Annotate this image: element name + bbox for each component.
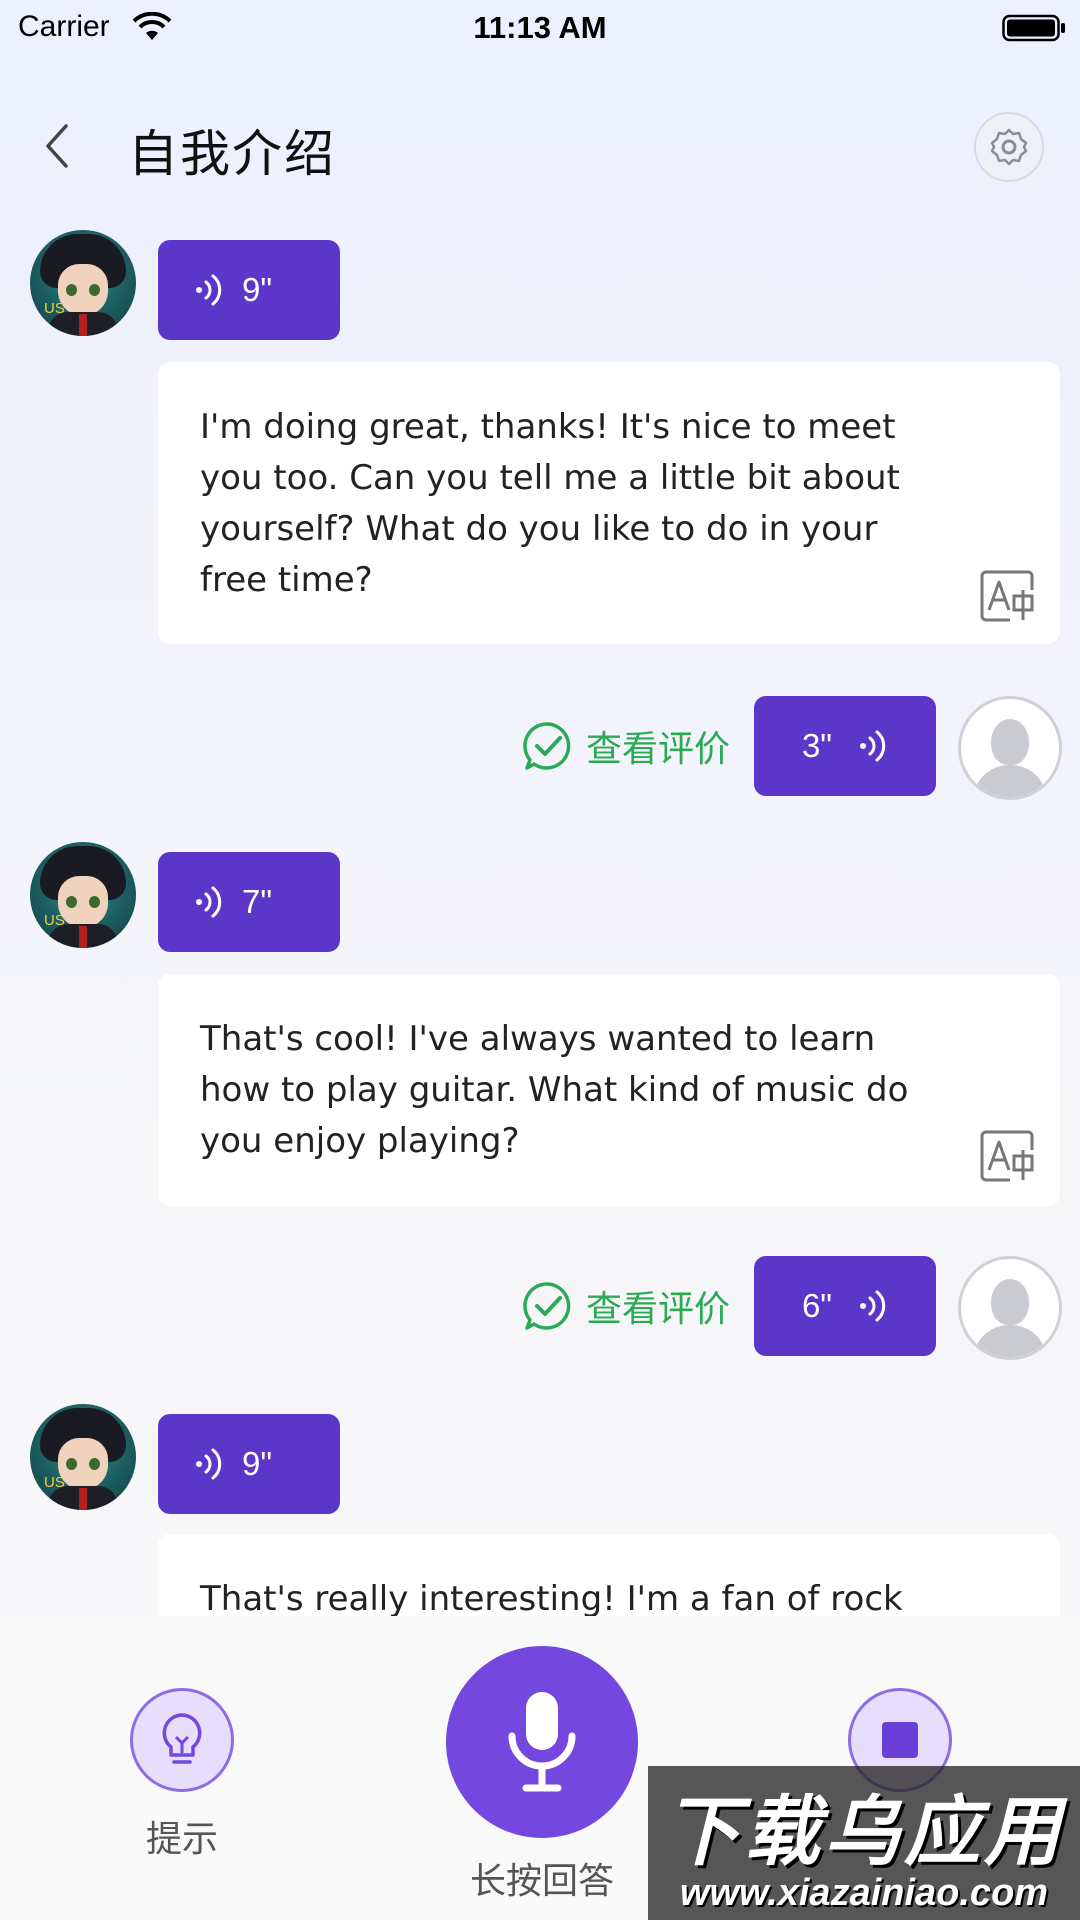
view-evaluation-label: 查看评价	[586, 1289, 731, 1330]
voice-message-button[interactable]: 9"	[158, 1414, 340, 1514]
voice-duration: 6"	[801, 1287, 833, 1324]
status-bar: Carrier 11:13 AM	[0, 0, 1080, 60]
sound-wave-icon	[860, 730, 886, 762]
view-evaluation-label: 查看评价	[586, 729, 731, 770]
hint-button[interactable]	[130, 1688, 234, 1792]
watermark: 下载乌应用 www.xiazainiao.com	[648, 1766, 1080, 1920]
sound-wave-icon	[196, 886, 222, 918]
avatar-badge: US	[44, 300, 65, 317]
page-title: 自我介绍	[128, 125, 336, 183]
message-text: I'm doing great, thanks! It's nice to me…	[200, 407, 900, 600]
gear-icon	[990, 128, 1028, 166]
avatar-badge: US	[44, 1474, 65, 1491]
translate-icon[interactable]	[980, 570, 1036, 622]
bot-avatar: US	[30, 1404, 136, 1510]
message-text: That's cool! I've always wanted to learn…	[200, 1019, 909, 1161]
back-button[interactable]	[38, 118, 78, 174]
check-bubble-icon	[523, 722, 571, 770]
bot-avatar: US	[30, 230, 136, 336]
record-button[interactable]	[446, 1646, 638, 1838]
settings-button[interactable]	[974, 112, 1044, 182]
microphone-icon	[508, 1692, 576, 1792]
voice-message-button[interactable]: 6"	[754, 1256, 936, 1356]
voice-duration: 3"	[801, 727, 833, 764]
voice-duration: 7"	[242, 883, 273, 920]
check-bubble-icon	[523, 1282, 571, 1330]
message-text: That's really interesting! I'm a fan of …	[200, 1579, 903, 1619]
stop-icon	[882, 1722, 918, 1758]
user-avatar	[958, 1256, 1062, 1360]
hint-label: 提示	[145, 1819, 218, 1860]
message-card: I'm doing great, thanks! It's nice to me…	[158, 362, 1060, 644]
user-avatar	[958, 696, 1062, 800]
view-evaluation-link[interactable]: 查看评价	[522, 1276, 730, 1336]
sound-wave-icon	[196, 1448, 222, 1480]
watermark-url: www.xiazainiao.com	[679, 1872, 1049, 1914]
voice-message-button[interactable]: 7"	[158, 852, 340, 952]
lightbulb-icon	[162, 1713, 202, 1764]
battery-icon	[1002, 14, 1065, 42]
record-label: 长按回答	[469, 1861, 614, 1902]
sound-wave-icon	[196, 274, 222, 306]
voice-message-button[interactable]: 3"	[754, 696, 936, 796]
status-time: 11:13 AM	[473, 10, 607, 45]
avatar-badge: US	[44, 912, 65, 929]
bot-avatar: US	[30, 842, 136, 948]
translate-icon[interactable]	[980, 1130, 1036, 1182]
voice-duration: 9"	[242, 271, 273, 308]
view-evaluation-link[interactable]: 查看评价	[522, 716, 730, 776]
watermark-title: 下载乌应用	[664, 1787, 1064, 1876]
sound-wave-icon	[860, 1290, 886, 1322]
voice-duration: 9"	[242, 1445, 273, 1482]
voice-message-button[interactable]: 9"	[158, 240, 340, 340]
message-card: That's cool! I've always wanted to learn…	[158, 974, 1060, 1206]
